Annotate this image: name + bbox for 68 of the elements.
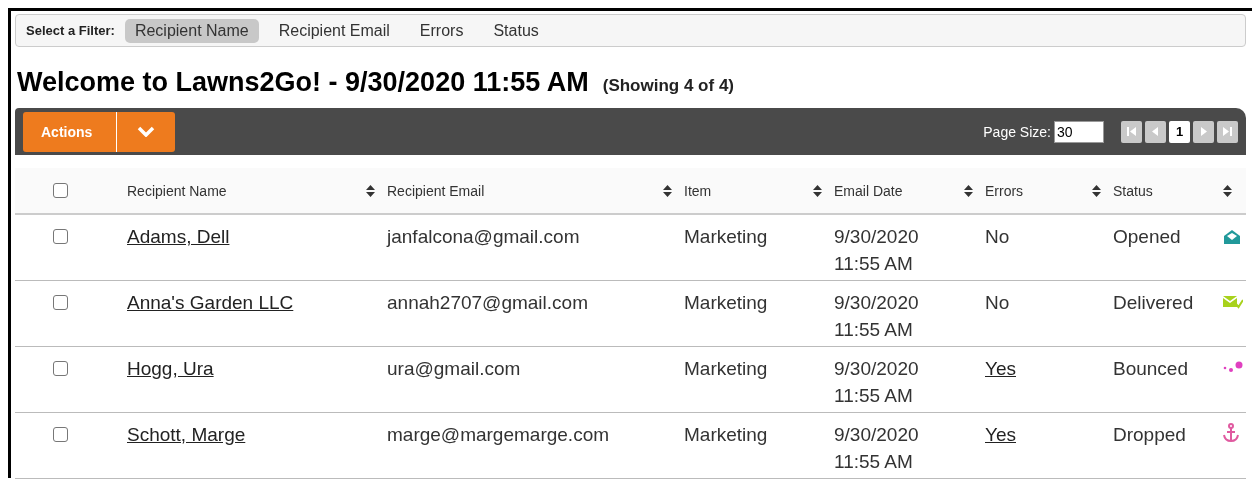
column-header[interactable]: Email Date [834,182,903,199]
errors-link[interactable]: Yes [985,358,1016,379]
column-header[interactable]: Recipient Name [127,182,227,199]
filter-label: Select a Filter: [26,23,115,38]
table-cell-text: 11:55 AM [834,318,914,342]
triangle-left-icon [1150,126,1161,137]
table-cell: ura@gmail.com [387,358,521,379]
first-page-button[interactable] [1121,120,1142,143]
page-size-field[interactable]: 30 [1054,120,1104,143]
result-count: (Showing 4 of 4) [602,76,734,96]
recipient-link[interactable]: Hogg, Ura [127,358,214,379]
first-page-icon [1126,126,1137,137]
page-number[interactable]: 1 [1169,120,1190,143]
recipient-link[interactable]: Schott, Marge [127,424,246,445]
last-page-icon [1222,126,1233,137]
table-cell: janfalcona@gmail.com [387,226,580,247]
column-header[interactable]: Item [684,182,712,199]
filter-tab[interactable]: Errors [409,18,474,43]
table-cell: Delivered [1113,292,1194,313]
sort-icon[interactable] [1223,184,1232,197]
table-cell-text: 11:55 AM [834,450,914,474]
table-cell-text: 9/30/2020 [834,357,920,381]
table-cell: Dropped [1113,424,1186,445]
last-page-button[interactable] [1217,120,1238,143]
column-header[interactable]: Recipient Email [387,182,485,199]
checkbox[interactable] [53,361,68,376]
envelope-check-icon [1223,295,1243,309]
table-cell: Opened [1113,226,1181,247]
table-cell: Bounced [1113,358,1188,379]
recipient-link[interactable]: Adams, Dell [127,226,230,247]
table-cell: Marketing [684,358,768,379]
table-cell-text: 9/30/2020 [834,225,920,249]
checkbox[interactable] [53,229,68,244]
previous-page-button[interactable] [1145,120,1166,143]
errors-link[interactable]: Yes [985,424,1016,445]
triangle-right-icon [1198,126,1209,137]
sort-icon[interactable] [813,184,822,197]
column-header[interactable]: Status [1113,182,1153,199]
page-size-label: Page Size: [983,123,1051,140]
table-cell-text: 9/30/2020 [834,291,920,315]
table-cell: marge@margemarge.com [387,424,610,445]
filter-tab[interactable]: Status [483,18,549,43]
chevron-down-icon [137,126,156,137]
anchor-icon [1223,423,1239,443]
table-cell-text: 9/30/2020 [834,423,920,447]
checkbox[interactable] [53,183,68,198]
page-title: Welcome to Lawns2Go! - 9/30/2020 11:55 AM [17,67,589,98]
sort-icon[interactable] [366,184,375,197]
column-header[interactable]: Errors [985,182,1024,199]
table-cell-text: 11:55 AM [834,384,914,408]
open-envelope-icon [1223,229,1241,245]
filter-tab[interactable]: Recipient Name [124,18,259,43]
table-cell: annah2707@gmail.com [387,292,588,313]
table-cell: Marketing [684,292,768,313]
recipient-link[interactable]: Anna's Garden LLC [127,292,294,313]
table-cell-text: 11:55 AM [834,252,914,276]
checkbox[interactable] [53,295,68,310]
sort-icon[interactable] [964,184,973,197]
sort-icon[interactable] [1092,184,1101,197]
table-cell: Marketing [684,226,768,247]
table-cell: No [985,226,1010,247]
filter-tab[interactable]: Recipient Email [268,18,400,43]
table-cell: No [985,292,1010,313]
checkbox[interactable] [53,427,68,442]
table-cell: Marketing [684,424,768,445]
next-page-button[interactable] [1193,120,1214,143]
dots-icon [1223,361,1243,375]
sort-icon[interactable] [663,184,672,197]
